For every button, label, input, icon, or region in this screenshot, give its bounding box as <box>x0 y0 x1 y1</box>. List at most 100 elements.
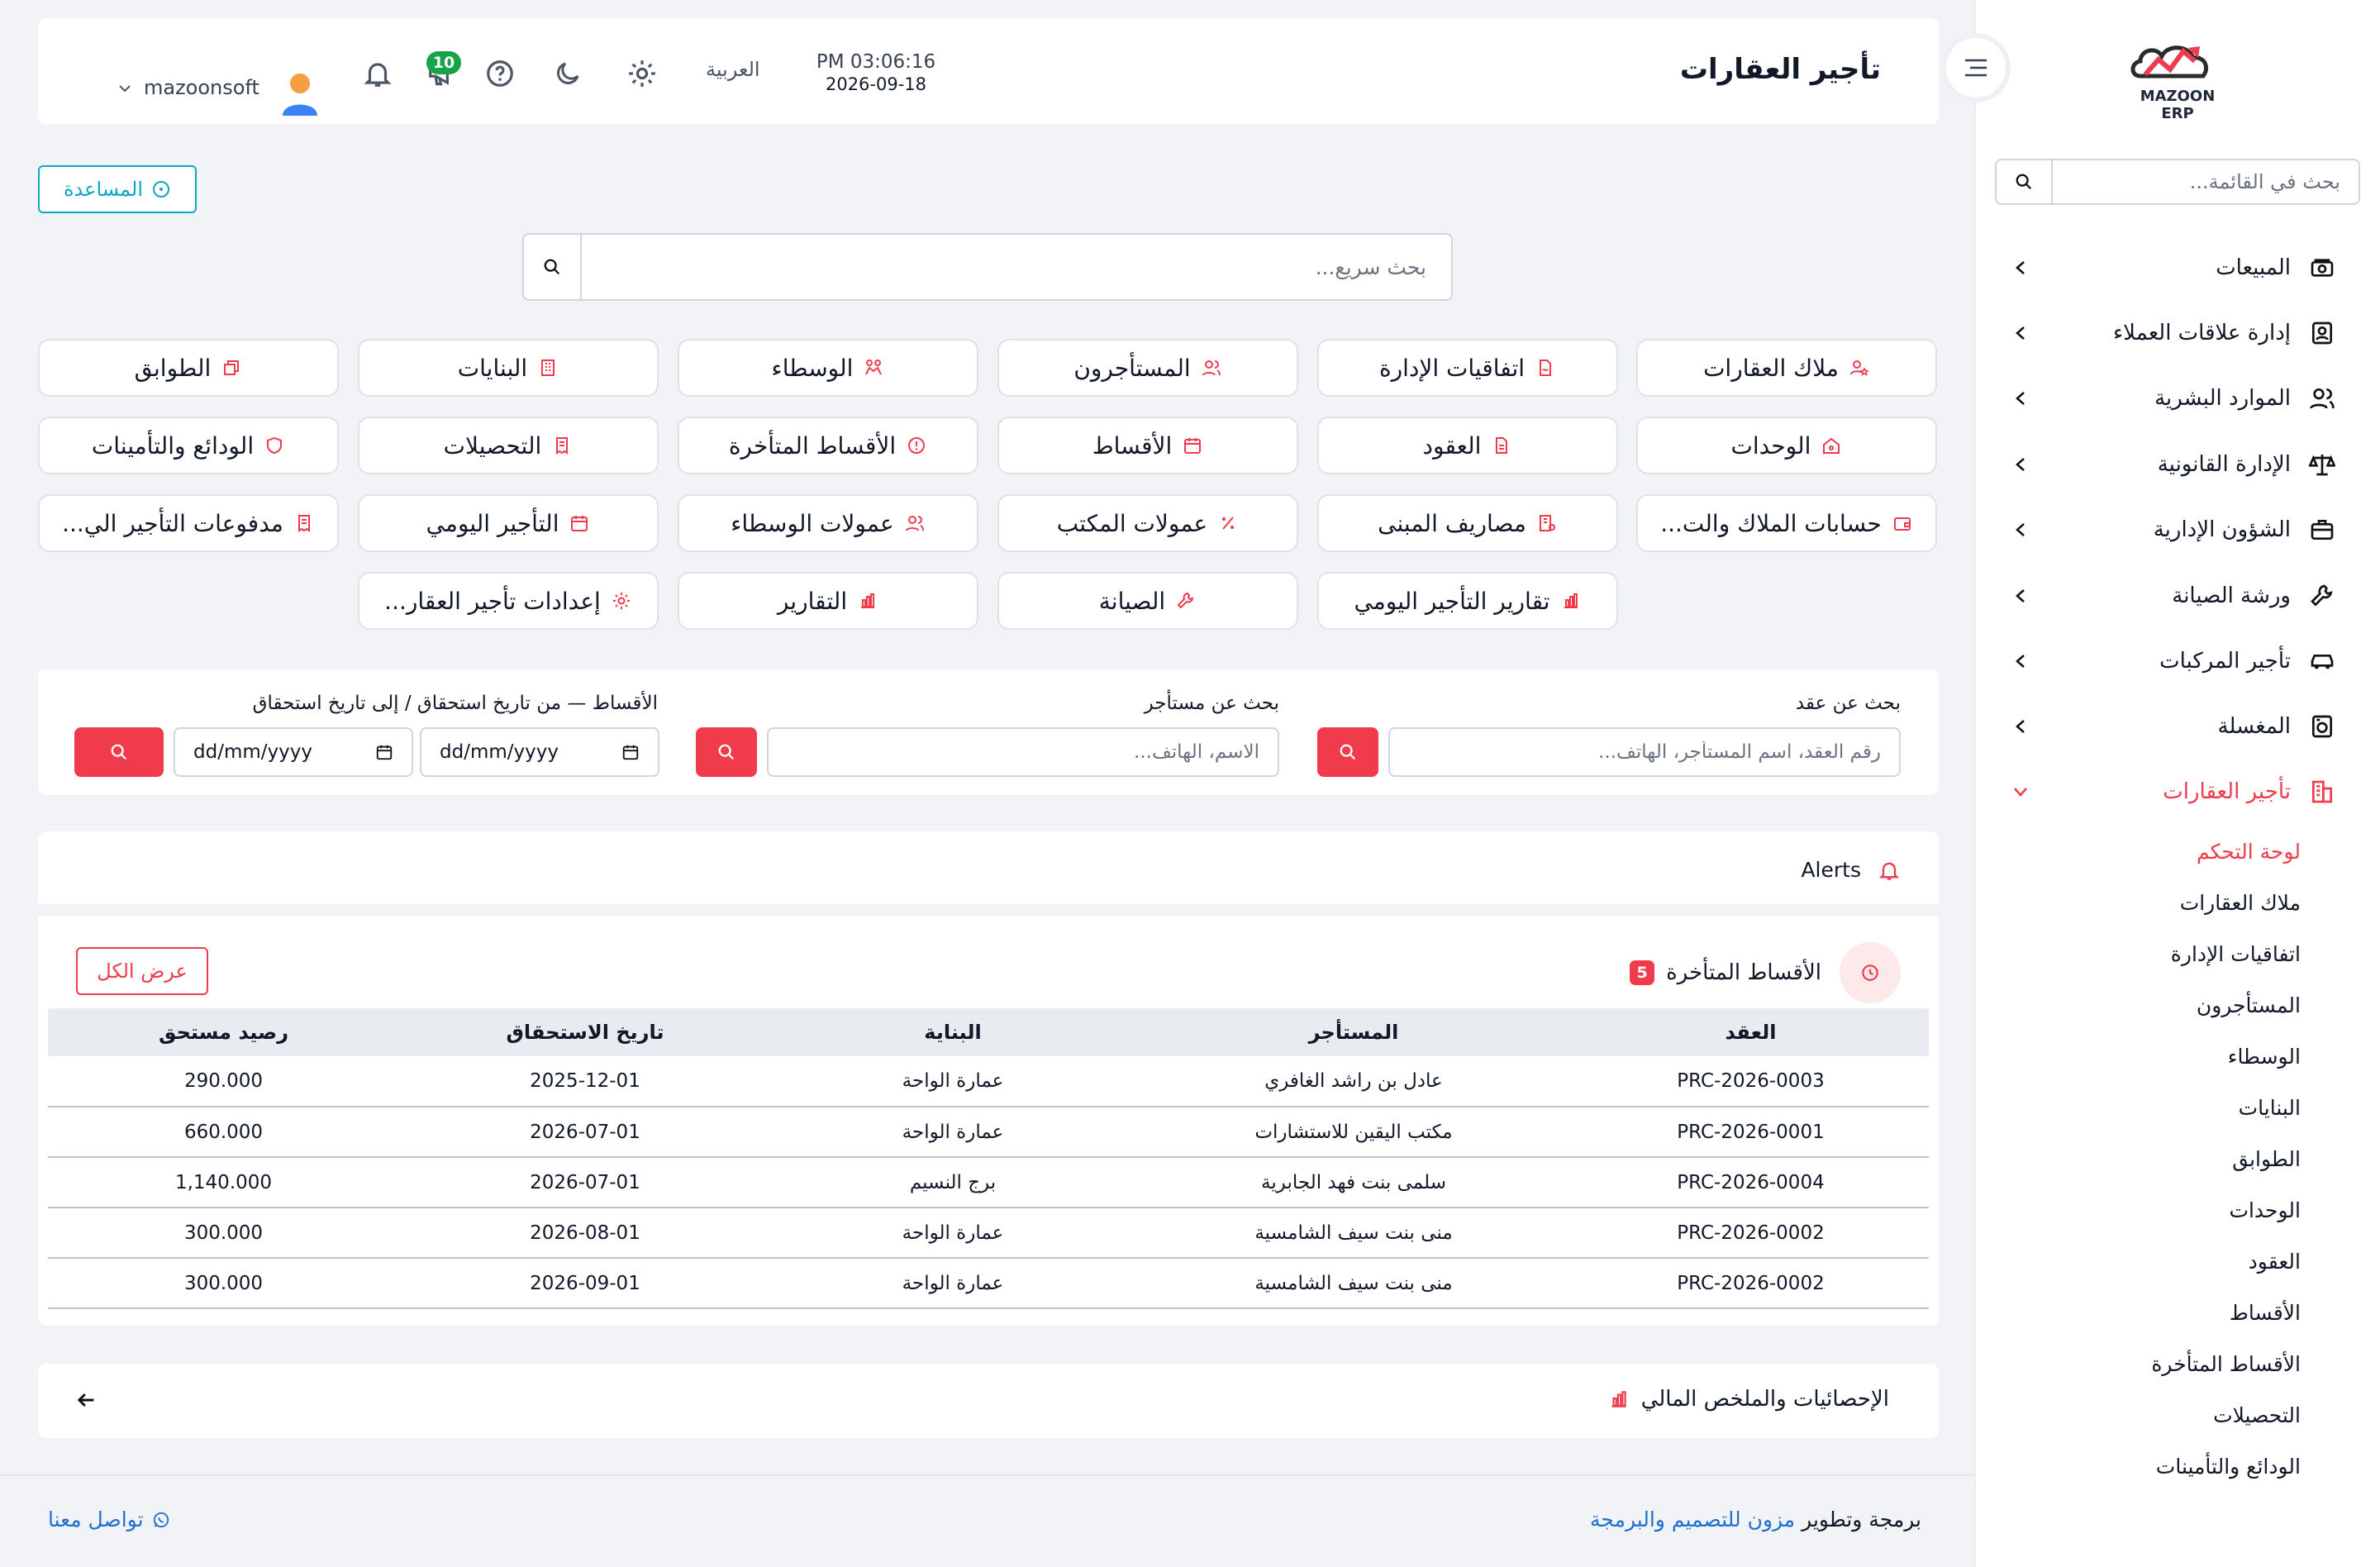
arrow-left-icon[interactable] <box>74 1388 98 1412</box>
search-icon[interactable] <box>1997 160 2053 203</box>
contract-link[interactable]: PRC-2026-0003 <box>1573 1056 1929 1107</box>
sidebar-item-real-estate-rental[interactable]: تأجير العقارات <box>2008 767 2339 817</box>
module-installments-button[interactable]: الأقساط <box>997 417 1298 474</box>
module-owner-accounts-button[interactable]: حسابات الملاك والت... <box>1636 494 1937 552</box>
sidebar-subitem-dashboard[interactable]: لوحة التحكم <box>2197 840 2301 864</box>
bell-icon[interactable] <box>359 55 397 93</box>
page-title: تأجير العقارات <box>1679 53 1881 86</box>
search-icon[interactable] <box>524 235 582 299</box>
module-settings-button[interactable]: إعدادات تأجير العقار... <box>358 572 659 630</box>
module-tenants-button[interactable]: المستأجرون <box>997 339 1298 397</box>
avatar[interactable] <box>279 71 321 116</box>
sidebar-item-hr[interactable]: الموارد البشرية <box>2008 374 2339 423</box>
stats-summary-bar[interactable]: الإحصائيات والملخص المالي <box>38 1364 1939 1438</box>
table-row[interactable]: 290.000 2025-12-01 عمارة الواحة عادل بن … <box>48 1056 1929 1107</box>
username[interactable]: mazoonsoft <box>144 76 259 99</box>
contract-link[interactable]: PRC-2026-0001 <box>1573 1107 1929 1158</box>
settings-icon[interactable] <box>623 55 661 93</box>
module-deposits-button[interactable]: الودائع والتأمينات <box>38 417 339 474</box>
module-reports-button[interactable]: التقارير <box>678 572 978 630</box>
quick-search[interactable] <box>522 233 1453 301</box>
contract-link[interactable]: PRC-2026-0004 <box>1573 1157 1929 1208</box>
module-maintenance-button[interactable]: الصيانة <box>997 572 1298 630</box>
module-collections-button[interactable]: التحصيلات <box>358 417 659 474</box>
sidebar-item-admin[interactable]: الشؤون الإدارية <box>2008 505 2339 555</box>
sidebar-item-laundry[interactable]: المغسلة <box>2008 702 2339 751</box>
sidebar-subitem-installments[interactable]: الأقساط <box>2230 1301 2301 1325</box>
sidebar-item-vehicle-rental[interactable]: تأجير المركبات <box>2008 636 2339 686</box>
installments-search-button[interactable] <box>74 727 164 777</box>
contract-link[interactable]: PRC-2026-0002 <box>1573 1207 1929 1259</box>
sidebar-subitem-agreements[interactable]: اتفاقيات الإدارة <box>2171 942 2301 966</box>
tenant-search-input[interactable] <box>767 727 1279 777</box>
contract-search-input[interactable] <box>1388 727 1901 777</box>
sidebar-subitem-deposits[interactable]: الودائع والتأمينات <box>2156 1455 2301 1479</box>
module-overdue-button[interactable]: الأقساط المتأخرة <box>678 417 978 474</box>
logo[interactable]: MAZOON ERP <box>2124 33 2231 122</box>
help-button[interactable]: المساعدة <box>38 165 197 213</box>
sidebar-item-workshop[interactable]: ورشة الصيانة <box>2008 571 2339 621</box>
stats-title-group: الإحصائيات والملخص المالي <box>1608 1387 1889 1412</box>
sidebar-subitem-buildings[interactable]: البنايات <box>2239 1096 2301 1120</box>
shield-icon <box>264 435 285 456</box>
sidebar-subitem-overdue[interactable]: الأقساط المتأخرة <box>2151 1352 2301 1376</box>
sidebar-item-label: إدارة علاقات العملاء <box>2112 321 2291 345</box>
table-row[interactable]: 300.000 2026-09-01 عمارة الواحة منى بنت … <box>48 1258 1929 1309</box>
calendar-icon[interactable] <box>621 743 640 761</box>
overdue-table: رصيد مستحق تاريخ الاستحقاق البناية المست… <box>48 1008 1929 1309</box>
language-switcher[interactable]: العربية <box>706 58 760 81</box>
module-brokers-button[interactable]: الوسطاء <box>678 339 978 397</box>
module-building-expenses-button[interactable]: مصاريف المبنى <box>1317 494 1618 552</box>
module-buildings-button[interactable]: البنايات <box>358 339 659 397</box>
menu-toggle-button[interactable] <box>1941 33 2011 102</box>
calendar-icon <box>1182 435 1203 456</box>
sidebar-subitem-contracts[interactable]: العقود <box>2249 1250 2301 1274</box>
module-daily-payments-button[interactable]: مدفوعات التأجير الي... <box>38 494 339 552</box>
sidebar-subitem-tenants[interactable]: المستأجرون <box>2197 993 2301 1017</box>
moon-icon[interactable] <box>549 55 587 93</box>
module-daily-rental-button[interactable]: التأجير اليومي <box>358 494 659 552</box>
module-label: التقارير <box>777 587 848 615</box>
chevron-down-icon[interactable] <box>117 81 132 96</box>
table-row[interactable]: 1,140.000 2026-07-01 برج النسيم سلمى بنت… <box>48 1157 1929 1208</box>
user-star-icon <box>1849 357 1870 379</box>
tenant-search-button[interactable] <box>696 727 757 777</box>
alerts-card: Alerts الأقساط المتأخرة 5 عرض الكل رصيد … <box>38 831 1939 1326</box>
tenant-search-label: بحث عن مستأجر <box>1144 693 1279 714</box>
sidebar-subitem-units[interactable]: الوحدات <box>2229 1198 2301 1222</box>
module-broker-commissions-button[interactable]: عمولات الوسطاء <box>678 494 978 552</box>
balance-cell: 300.000 <box>48 1207 399 1259</box>
module-agreements-button[interactable]: اتفاقيات الإدارة <box>1317 339 1618 397</box>
sidebar-search-input[interactable] <box>2053 160 2359 203</box>
contract-search-button[interactable] <box>1317 727 1378 777</box>
date-to-input[interactable]: dd/mm/yyyy <box>174 727 413 777</box>
sidebar-search[interactable] <box>1995 159 2360 205</box>
date-from-input[interactable]: dd/mm/yyyy <box>420 727 659 777</box>
id-card-icon <box>2306 317 2339 350</box>
module-daily-reports-button[interactable]: تقارير التأجير اليومي <box>1317 572 1618 630</box>
table-row[interactable]: 660.000 2026-07-01 عمارة الواحة مكتب الي… <box>48 1107 1929 1158</box>
view-all-button[interactable]: عرض الكل <box>76 947 208 995</box>
module-contracts-button[interactable]: العقود <box>1317 417 1618 474</box>
column-header: العقد <box>1573 1008 1929 1056</box>
contact-link[interactable]: تواصل معنا <box>48 1507 170 1531</box>
sidebar-subitem-floors[interactable]: الطوابق <box>2232 1147 2301 1171</box>
calendar-icon[interactable] <box>375 743 393 761</box>
sidebar-item-sales[interactable]: المبيعات <box>2008 243 2339 293</box>
contract-link[interactable]: PRC-2026-0002 <box>1573 1258 1929 1309</box>
quick-search-input[interactable] <box>582 235 1451 299</box>
sidebar-subitem-brokers[interactable]: الوسطاء <box>2228 1045 2301 1069</box>
company-link[interactable]: مزون للتصميم والبرمجة <box>1590 1507 1795 1531</box>
module-owners-button[interactable]: ملاك العقارات <box>1636 339 1937 397</box>
sidebar-item-legal[interactable]: الإدارة القانونية <box>2008 440 2339 489</box>
table-row[interactable]: 300.000 2026-08-01 عمارة الواحة منى بنت … <box>48 1207 1929 1259</box>
file-sign-icon <box>1535 357 1556 379</box>
sidebar-subitem-collections[interactable]: التحصيلات <box>2213 1403 2301 1427</box>
sidebar-subitem-owners[interactable]: ملاك العقارات <box>2180 891 2301 915</box>
sidebar-item-crm[interactable]: إدارة علاقات العملاء <box>2008 308 2339 358</box>
module-office-commissions-button[interactable]: عمولات المكتب <box>997 494 1298 552</box>
module-units-button[interactable]: الوحدات <box>1636 417 1937 474</box>
bar-chart-icon <box>1611 1391 1626 1407</box>
help-circle-icon[interactable] <box>481 55 519 93</box>
module-floors-button[interactable]: الطوابق <box>38 339 339 397</box>
